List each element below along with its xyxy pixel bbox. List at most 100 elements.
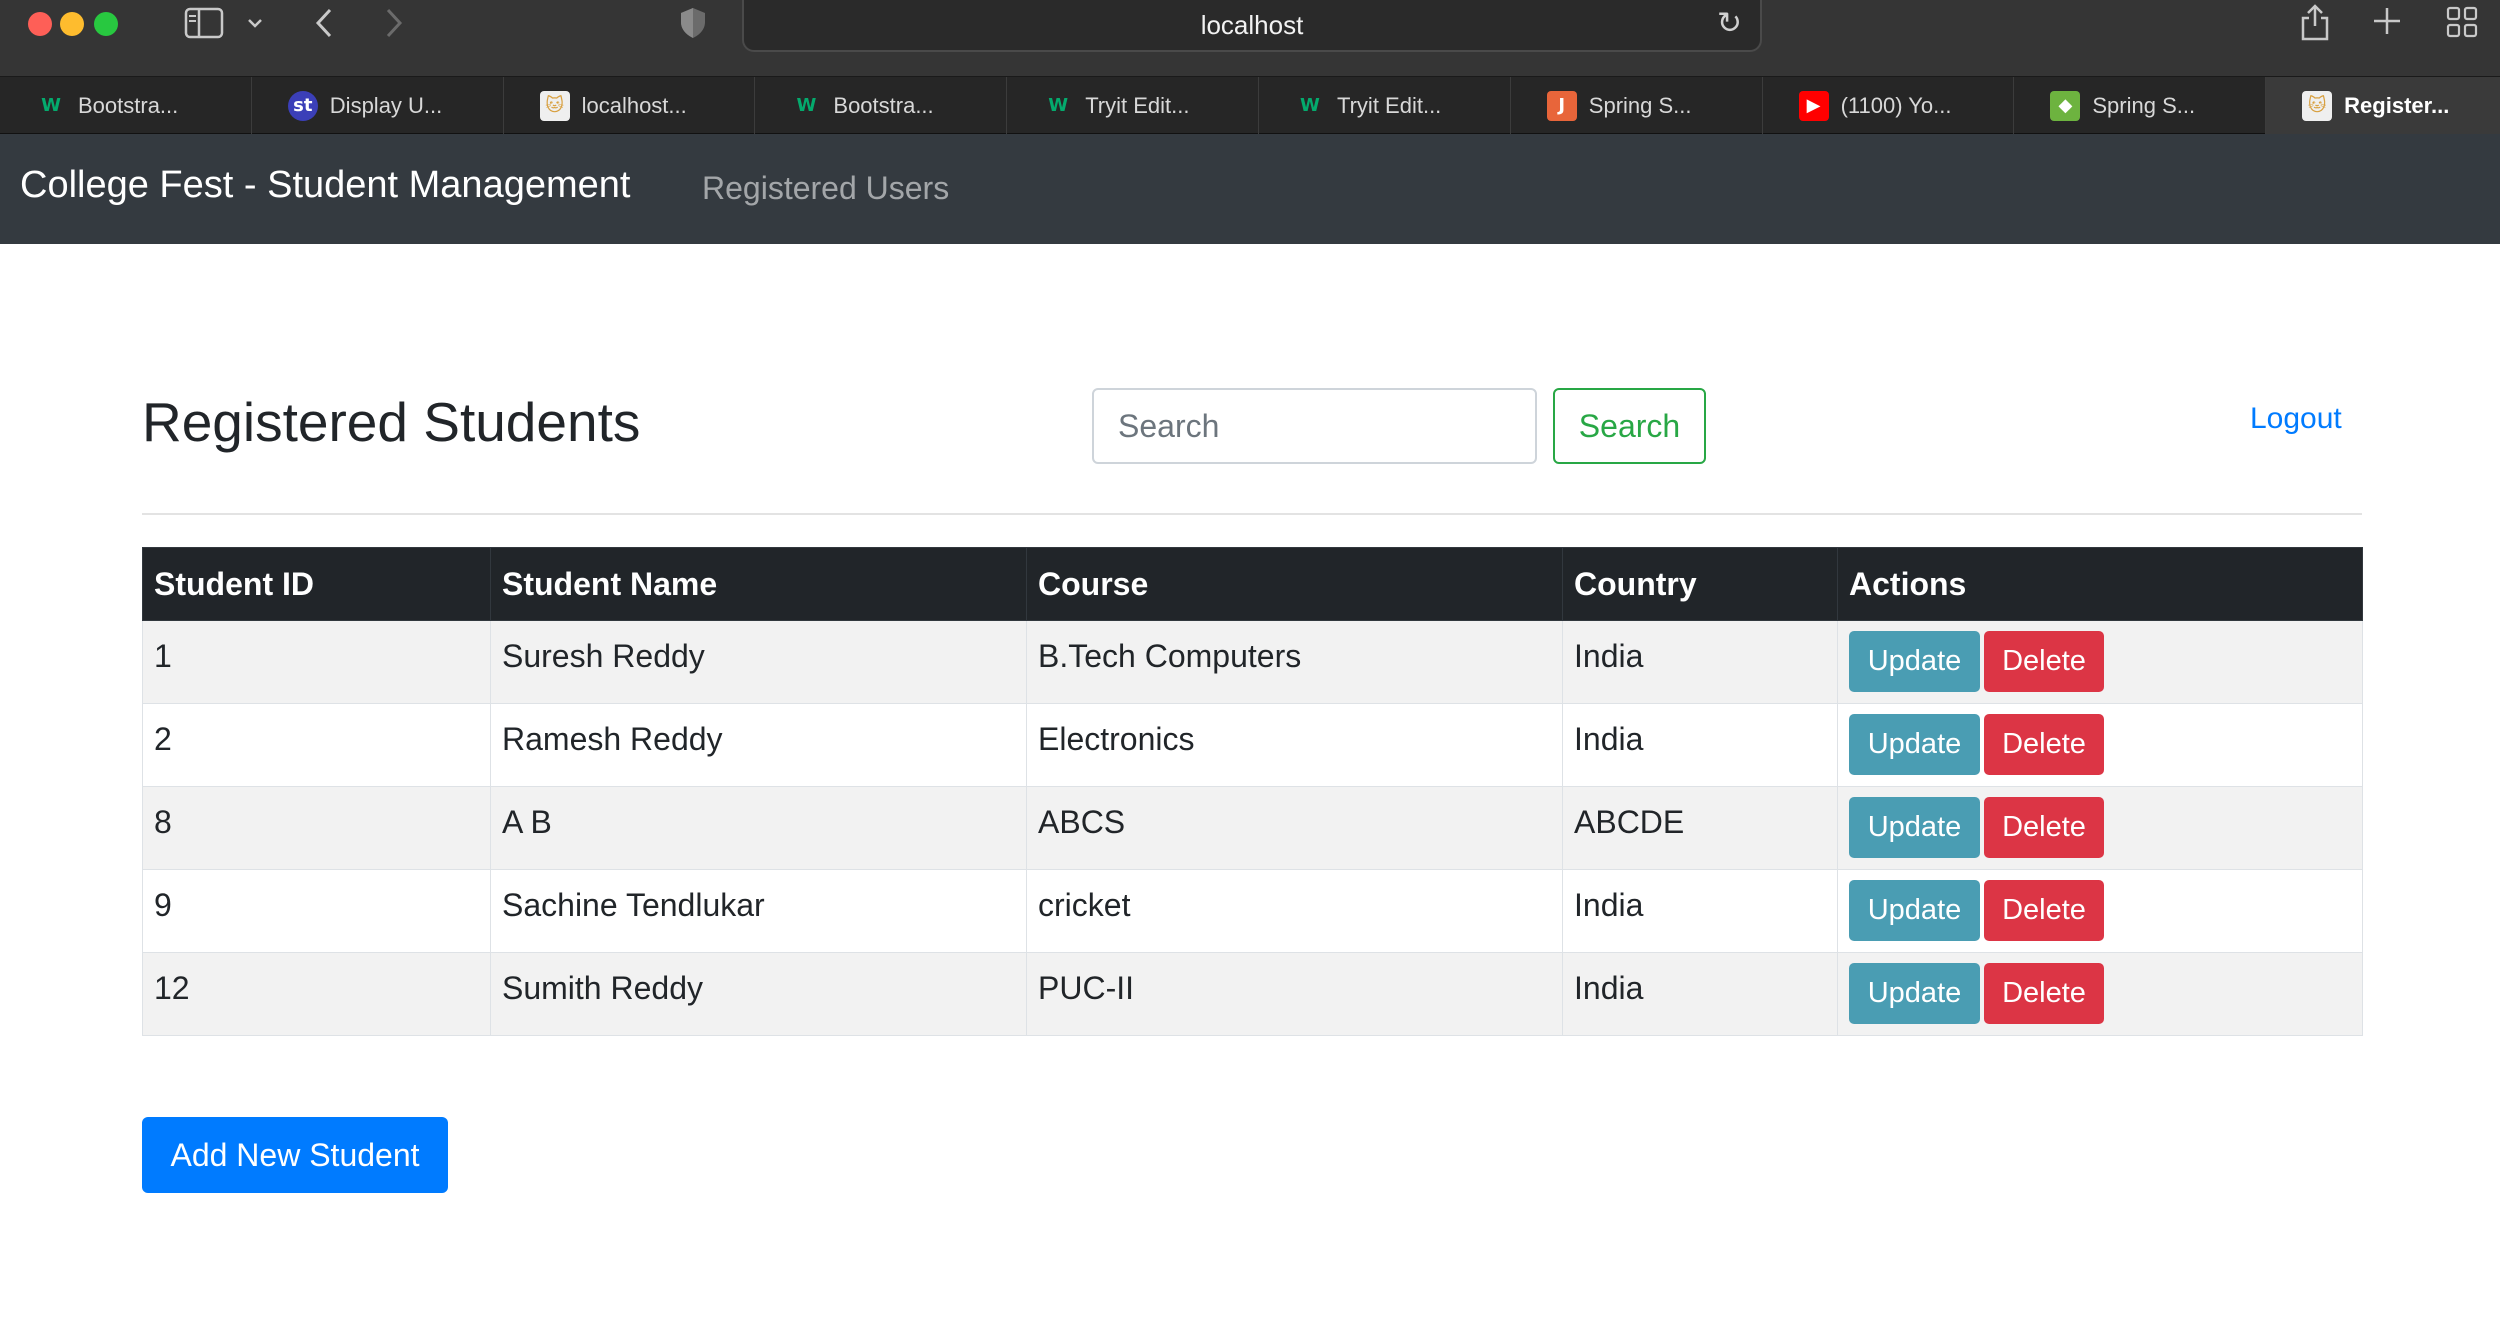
cell-course: Electronics <box>1026 703 1563 787</box>
browser-tab[interactable]: W Bootstra... <box>0 77 252 134</box>
browser-tab[interactable]: st Display U... <box>252 77 504 134</box>
update-button[interactable]: Update <box>1849 714 1980 775</box>
table-row: 1 Suresh Reddy B.Tech Computers India Update… <box>142 620 2363 704</box>
browser-tab-label: Tryit Edit... <box>1085 92 1190 118</box>
table-row: 2 Ramesh Reddy Electronics India Update Delet… <box>142 703 2363 787</box>
cell-student-name: Suresh Reddy <box>490 620 1027 704</box>
zoom-window-button[interactable] <box>94 12 118 36</box>
tab-overview-icon[interactable] <box>2446 6 2478 38</box>
browser-tab[interactable]: J Spring S... <box>1511 77 1763 134</box>
update-button[interactable]: Update <box>1849 631 1980 692</box>
table-row: 8A B ABCS ABCDE Update Delete <box>142 786 2363 870</box>
nav-link-registered-users[interactable]: Registered Users <box>702 170 949 207</box>
new-tab-icon[interactable] <box>2372 6 2402 36</box>
cell-actions: Update Delete <box>1837 952 2363 1036</box>
delete-button[interactable]: Delete <box>1984 797 2104 858</box>
header-student-id: Student ID <box>142 547 491 621</box>
cell-country: India <box>1562 952 1838 1036</box>
update-button[interactable]: Update <box>1849 963 1980 1024</box>
spring-icon: ◆ <box>2050 90 2081 121</box>
header-country: Country <box>1562 547 1838 621</box>
cell-student-id: 8 <box>142 786 491 870</box>
students-table: Student ID Student Name Course Country A… <box>142 547 2363 1036</box>
browser-tab-label: Tryit Edit... <box>1336 92 1442 118</box>
back-icon[interactable] <box>312 6 336 40</box>
minimize-window-button[interactable] <box>60 12 84 36</box>
search-input[interactable] <box>1092 388 1537 464</box>
delete-button[interactable]: Delete <box>1984 631 2104 692</box>
cell-course: PUC-II <box>1026 952 1563 1036</box>
search-button[interactable]: Search <box>1553 388 1706 464</box>
tomcat-icon: 🐱 <box>2302 90 2333 121</box>
delete-button[interactable]: Delete <box>1984 880 2104 941</box>
browser-tab-label: localhost... <box>581 92 687 118</box>
reload-icon[interactable]: ↻ <box>1717 6 1742 41</box>
address-bar[interactable]: localhost ↻ <box>742 0 1762 52</box>
sidebar-toggle-icon[interactable] <box>184 6 224 40</box>
page-title: Registered Students <box>142 391 641 453</box>
cell-course: ABCS <box>1026 786 1563 870</box>
w3schools-icon: W <box>1048 95 1069 116</box>
update-button[interactable]: Update <box>1849 797 1980 858</box>
divider <box>142 513 2362 515</box>
cell-student-id: 2 <box>142 703 491 787</box>
table-header-row: Student ID Student Name Course Country A… <box>142 547 2363 621</box>
header-course: Course <box>1026 547 1563 621</box>
browser-tab-label: Register... <box>2344 92 2450 118</box>
cell-student-name: Ramesh Reddy <box>490 703 1027 787</box>
cell-course: B.Tech Computers <box>1026 620 1563 704</box>
cell-course: cricket <box>1026 869 1563 953</box>
share-icon[interactable] <box>2298 2 2332 42</box>
cell-student-id: 9 <box>142 869 491 953</box>
browser-tab[interactable]: W Bootstra... <box>755 77 1008 134</box>
browser-tab[interactable]: 🐱 localhost... <box>504 77 756 134</box>
w3schools-icon: W <box>41 95 61 116</box>
header-actions: Actions <box>1837 547 2363 621</box>
browser-tab[interactable]: W Tryit Edit... <box>1259 77 1511 134</box>
tab-bar: W Bootstra... st Display U... 🐱 localhost... W… <box>0 76 2500 134</box>
logout-link[interactable]: Logout <box>2250 402 2342 436</box>
browser-tab[interactable]: ▶ (1100) Yo... <box>1763 77 2015 134</box>
cell-actions: Update Delete <box>1837 869 2363 953</box>
cell-country: India <box>1562 703 1838 787</box>
browser-tab[interactable]: W Tryit Edit... <box>1007 77 1259 134</box>
cell-student-name: Sachine Tendlukar <box>490 869 1027 953</box>
browser-tab[interactable]: 🐱 Register... <box>2266 77 2500 134</box>
browser-tab-label: Bootstra... <box>78 92 179 118</box>
javatpoint-icon: J <box>1546 90 1577 121</box>
browser-tab-label: (1100) Yo... <box>1840 92 1952 118</box>
table-row: 9 Sachine Tendlukar cricket India Update Dele… <box>142 869 2363 953</box>
cell-student-name: A B <box>490 786 1027 870</box>
header-student-name: Student Name <box>490 547 1027 621</box>
w3schools-icon: W <box>1300 95 1320 116</box>
browser-tab-label: Bootstra... <box>833 92 934 118</box>
browser-tab-label: Spring S... <box>1588 92 1692 118</box>
tomcat-icon: 🐱 <box>539 90 570 121</box>
table-row: 12 Sumith Reddy PUC-II India Update Delete <box>142 952 2363 1036</box>
studytonight-icon: st <box>287 90 318 121</box>
browser-toolbar: localhost ↻ <box>0 0 2500 76</box>
cell-student-id: 1 <box>142 620 491 704</box>
add-new-student-button[interactable]: Add New Student <box>142 1117 448 1193</box>
cell-country: ABCDE <box>1562 786 1838 870</box>
forward-icon[interactable] <box>382 6 406 40</box>
cell-country: India <box>1562 620 1838 704</box>
delete-button[interactable]: Delete <box>1984 963 2104 1024</box>
chevron-down-icon[interactable] <box>246 16 264 30</box>
cell-student-id: 12 <box>142 952 491 1036</box>
cell-actions: Update Delete <box>1837 703 2363 787</box>
browser-tab-label: Display U... <box>329 92 443 118</box>
browser-tab-label: Spring S... <box>2092 92 2196 118</box>
cell-student-name: Sumith Reddy <box>490 952 1027 1036</box>
youtube-icon: ▶ <box>1798 90 1829 121</box>
cell-country: India <box>1562 869 1838 953</box>
navbar-brand[interactable]: College Fest - Student Management <box>20 164 630 207</box>
navbar: College Fest - Student Management Regist… <box>0 134 2500 244</box>
delete-button[interactable]: Delete <box>1984 714 2104 775</box>
privacy-shield-icon[interactable] <box>678 6 708 40</box>
browser-tab[interactable]: ◆ Spring S... <box>2014 77 2267 134</box>
close-window-button[interactable] <box>28 12 52 36</box>
w3schools-icon: W <box>796 95 817 116</box>
update-button[interactable]: Update <box>1849 880 1980 941</box>
cell-actions: Update Delete <box>1837 786 2363 870</box>
